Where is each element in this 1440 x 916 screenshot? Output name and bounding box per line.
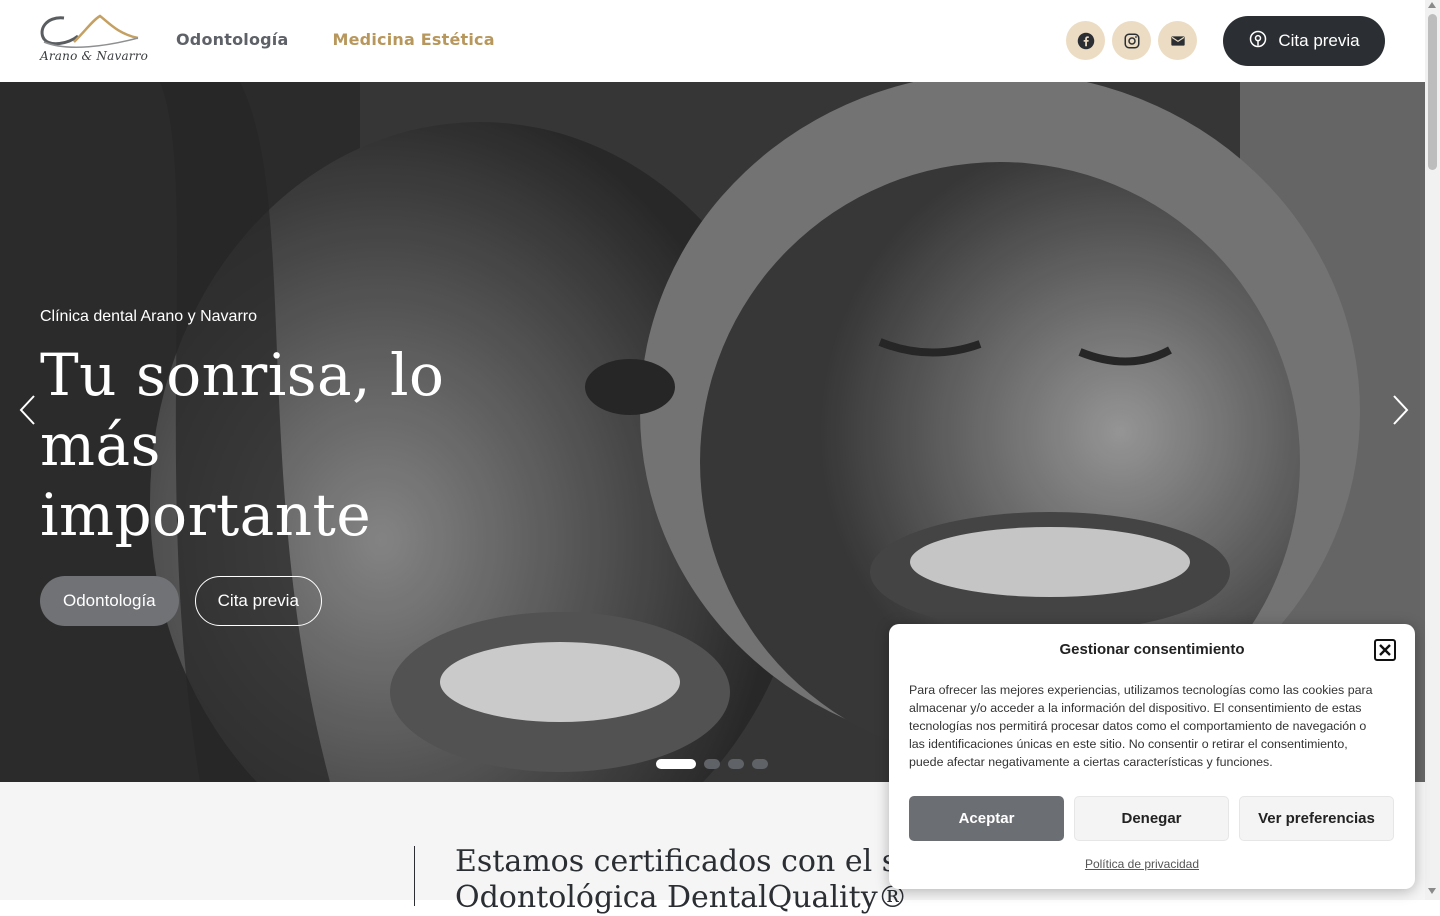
carousel-next-arrow-icon[interactable] [1388, 394, 1412, 426]
main-nav: Odontología Medicina Estética [176, 30, 495, 49]
logo[interactable]: Arano & Navarro [38, 12, 148, 68]
view-preferences-button[interactable]: Ver preferencias [1239, 796, 1394, 841]
page-scrollbar[interactable] [1425, 0, 1440, 900]
scroll-down-icon[interactable] [1428, 888, 1436, 894]
cookie-buttons: Aceptar Denegar Ver preferencias [909, 796, 1394, 841]
carousel-dot-2[interactable] [704, 759, 720, 769]
accept-button[interactable]: Aceptar [909, 796, 1064, 841]
logo-mark [40, 14, 139, 48]
hero-cita-previa-button[interactable]: Cita previa [194, 576, 322, 626]
cookie-title: Gestionar consentimiento [1059, 641, 1245, 658]
header-cita-previa-button[interactable]: Cita previa [1223, 16, 1385, 66]
social-links [1066, 21, 1197, 60]
carousel-prev-arrow-icon[interactable] [16, 394, 40, 426]
hero-odontologia-button[interactable]: Odontología [40, 576, 179, 626]
divider-line [414, 846, 415, 906]
nav-item-odontologia[interactable]: Odontología [176, 30, 289, 49]
close-icon[interactable] [1374, 639, 1396, 661]
hero-eyebrow: Clínica dental Arano y Navarro [40, 308, 257, 325]
header-cta-label: Cita previa [1278, 31, 1360, 50]
hero-title: Tu sonrisa, lo más importante [40, 341, 445, 549]
deny-button[interactable]: Denegar [1074, 796, 1229, 841]
carousel-dot-3[interactable] [728, 759, 744, 769]
scroll-up-icon[interactable] [1428, 2, 1436, 8]
cookie-consent-dialog: Gestionar consentimiento Para ofrecer la… [889, 624, 1415, 889]
carousel-dots [656, 759, 768, 769]
hero-buttons: Odontología Cita previa [40, 576, 510, 626]
nav-item-medicina-estetica[interactable]: Medicina Estética [333, 30, 495, 49]
site-header: Arano & Navarro Odontología Medicina Est… [0, 0, 1425, 82]
hero-content: Clínica dental Arano y Navarro Tu sonris… [40, 308, 510, 626]
facebook-icon[interactable] [1066, 21, 1105, 60]
appointment-icon [1248, 29, 1268, 54]
instagram-icon[interactable] [1112, 21, 1151, 60]
privacy-policy-link[interactable]: Política de privacidad [889, 857, 1395, 871]
logo-text: Arano & Navarro [40, 49, 149, 63]
carousel-dot-1[interactable] [656, 759, 696, 769]
scroll-thumb[interactable] [1428, 14, 1437, 170]
mail-icon[interactable] [1158, 21, 1197, 60]
carousel-dot-4[interactable] [752, 759, 768, 769]
cookie-body: Para ofrecer las mejores experiencias, u… [909, 683, 1373, 769]
